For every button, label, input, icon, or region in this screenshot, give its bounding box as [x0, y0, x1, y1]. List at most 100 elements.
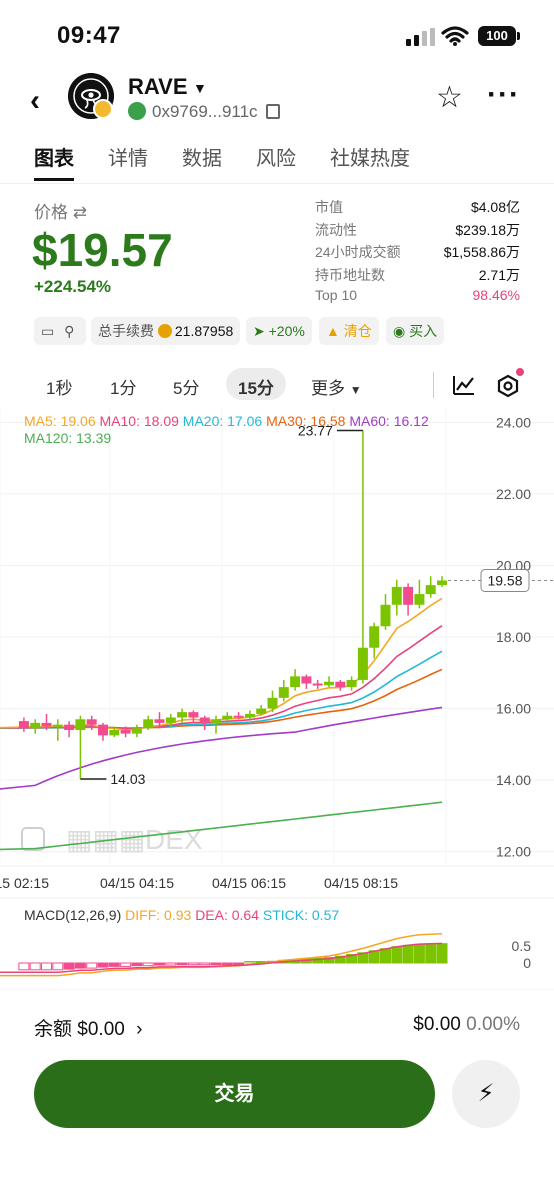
ma-legend-item: MA20: 17.06 [183, 413, 266, 429]
macd-bar [425, 943, 437, 964]
macd-y-tick: 0 [523, 955, 531, 971]
candle-body [64, 724, 75, 731]
candle-body [290, 676, 301, 688]
candle-body [52, 724, 63, 727]
caret-down-icon: ▼ [349, 383, 362, 397]
macd-bar [74, 962, 86, 969]
candle-body [143, 719, 154, 729]
bolt-icon[interactable]: ⚡ [452, 1060, 520, 1128]
macd-y-tick: 0.5 [512, 938, 532, 954]
macd-bar [86, 962, 98, 969]
candle-body [346, 679, 357, 688]
tab-details[interactable]: 详情 [108, 142, 148, 171]
settings-icon[interactable] [496, 374, 520, 398]
y-tick-label: 18.00 [496, 629, 531, 645]
candle-body [414, 594, 425, 605]
stat-value: $1,558.86万 [443, 244, 520, 260]
interval-15m[interactable]: 15分 [238, 374, 274, 399]
candle-body [109, 730, 120, 736]
fee-chip[interactable]: 总手续费 21.87958 [91, 317, 241, 345]
stat-value: $239.18万 [455, 221, 520, 238]
macd-bar [154, 962, 165, 966]
macd-bar [402, 944, 414, 964]
token-name[interactable]: RAVE [128, 74, 188, 100]
candle-body [98, 724, 108, 736]
macd-bar [380, 948, 391, 964]
cloche-icon: ▲ [326, 323, 340, 339]
swap-icon[interactable]: ⇄ [73, 203, 87, 222]
macd-bar [221, 962, 233, 965]
macd-bar [244, 961, 256, 964]
ma-legend-item: MA120: 13.39 [24, 430, 111, 446]
clear-chip[interactable]: ▲ 清仓 [319, 317, 379, 345]
price-change: +224.54% [34, 277, 112, 296]
macd-legend-item: DIFF: 0.93 [125, 907, 195, 923]
interval-1m[interactable]: 1分 [110, 374, 136, 399]
ma-legend-item: MA5: 19.06 [24, 413, 100, 429]
last-price-label: 19.58 [487, 572, 522, 588]
candle-body [335, 681, 346, 688]
fee-label: 总手续费 [98, 323, 154, 339]
balance[interactable]: 余额 $0.00 › [34, 1014, 142, 1041]
watermark-logo: ▦▦▦ [66, 824, 145, 855]
interval-5m[interactable]: 5分 [173, 374, 199, 399]
macd-bar [413, 943, 425, 964]
search-icon: ⚲ [64, 323, 75, 339]
copy-icon[interactable] [266, 104, 280, 119]
macd-bar [41, 962, 52, 971]
candle-body [357, 647, 368, 680]
ma-line [0, 597, 443, 731]
candle-body [75, 719, 86, 731]
macd-legend: MACD(12,26,9) DIFF: 0.93 DEA: 0.64 STICK… [24, 907, 339, 923]
tab-chart[interactable]: 图表 [34, 142, 74, 171]
indicator-icon[interactable] [452, 374, 476, 396]
buy-chip[interactable]: ◉ 买入 [386, 317, 445, 345]
caret-down-icon[interactable]: ▼ [193, 80, 207, 96]
candle-body [437, 580, 447, 586]
candle-body [154, 719, 165, 723]
candle-body [301, 676, 312, 684]
tab-data[interactable]: 数据 [182, 142, 222, 171]
star-icon[interactable]: ☆ [436, 80, 463, 115]
tab-social[interactable]: 社媒热度 [330, 142, 410, 171]
macd-bar [131, 962, 143, 967]
trade-button[interactable]: 交易 [34, 1060, 435, 1128]
macd-bar [210, 962, 222, 965]
divider [0, 183, 554, 184]
browser-icon: ▭ [41, 323, 55, 339]
browser-search-chip[interactable]: ▭ ⚲ [34, 317, 86, 345]
notification-dot [516, 368, 524, 376]
stat-value: 98.46% [472, 287, 520, 303]
macd-legend-item: STICK: 0.57 [263, 907, 339, 923]
candle-body [131, 728, 142, 734]
ma-legend: MA120: 13.39 [24, 430, 111, 446]
macd-bar [120, 962, 132, 967]
macd-bar [63, 962, 75, 970]
boost-value: +20% [268, 323, 305, 339]
macd-bar [233, 962, 245, 965]
macd-bar [97, 962, 109, 968]
interval-more[interactable]: 更多 ▼ [311, 374, 362, 399]
interval-1s[interactable]: 1秒 [46, 374, 72, 399]
contract-address: 0x9769...911c [152, 102, 258, 121]
candlestick-chart[interactable]: 24.0022.0020.0018.0016.0014.0012.00▦▦▦ DE… [0, 408, 554, 990]
total-percent: 0.00% [466, 1014, 520, 1035]
tab-risk[interactable]: 风险 [256, 142, 296, 171]
clear-label: 清仓 [343, 323, 372, 339]
ma-legend-item: MA30: 16.58 [266, 413, 349, 429]
candle-body [199, 717, 210, 723]
back-icon[interactable]: ‹ [30, 84, 40, 118]
y-tick-label: 22.00 [496, 486, 531, 502]
candle-body [244, 713, 255, 718]
candle-body [256, 708, 267, 714]
boost-chip[interactable]: ➤ +20% [246, 317, 312, 345]
macd-bar [18, 962, 30, 971]
rocket-icon: ➤ [253, 323, 265, 339]
watermark-text: DEX [145, 824, 203, 855]
candle-body [312, 683, 323, 686]
candle-body [222, 715, 233, 720]
candle-body [165, 717, 176, 723]
more-icon[interactable]: ··· [487, 78, 520, 112]
candle-body [233, 715, 244, 718]
chain-badge-icon [93, 99, 113, 119]
